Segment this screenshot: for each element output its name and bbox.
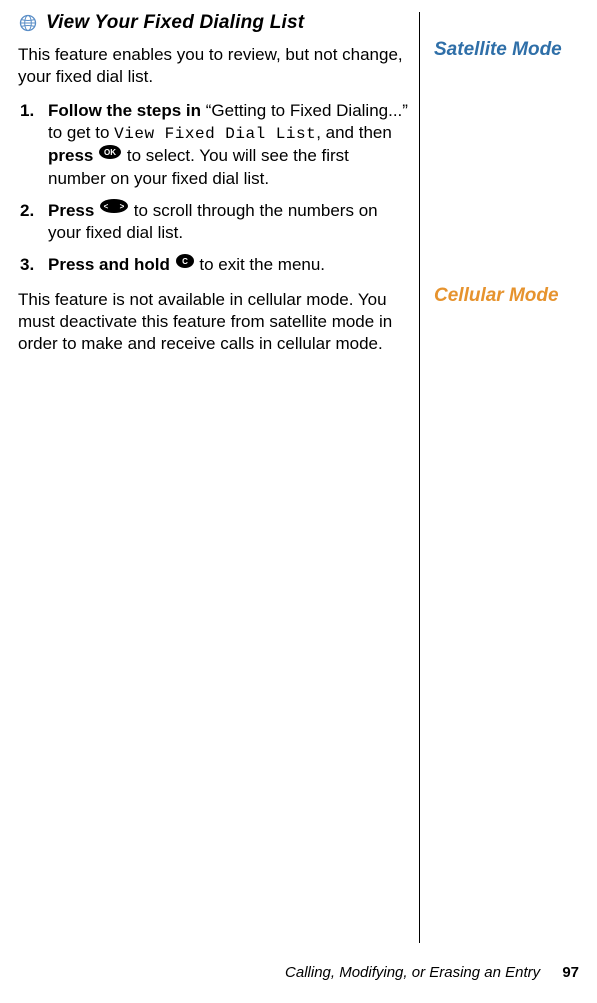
c-key-icon: C [175,253,195,275]
globe-icon [18,13,38,33]
svg-text:C: C [182,257,188,266]
svg-text:<: < [104,202,109,211]
intro-paragraph: This feature enables you to review, but … [18,44,409,88]
scroll-key-icon: < > [99,198,129,220]
ok-key-icon: OK [98,144,122,166]
step-3-tail: to exit the menu. [199,255,325,274]
step-1-lead: Follow the steps in [48,101,201,120]
main-column: View Your Fixed Dialing List This featur… [18,12,420,943]
step-3-lead: Press and hold [48,255,170,274]
step-2-lead: Press [48,201,94,220]
page: View Your Fixed Dialing List This featur… [0,0,597,1003]
step-1: Follow the steps in “Getting to Fixed Di… [42,100,409,190]
step-1-press: press [48,146,93,165]
satellite-mode-label: Satellite Mode [434,38,579,62]
svg-text:OK: OK [104,148,116,157]
svg-text:>: > [120,202,125,211]
footer-section: Calling, Modifying, or Erasing an Entry [285,964,540,981]
section-heading: View Your Fixed Dialing List [46,12,304,34]
cellular-note: This feature is not available in cellula… [18,289,409,355]
step-1-tail: to select. You will see the first number… [48,146,349,188]
cellular-mode-label: Cellular Mode [434,284,579,308]
columns: View Your Fixed Dialing List This featur… [18,12,579,943]
steps-list: Follow the steps in “Getting to Fixed Di… [18,100,409,277]
step-2: Press < > to scroll through the numbers … [42,200,409,245]
side-column: Satellite Mode Cellular Mode [430,12,579,943]
step-3: Press and hold C to exit the menu. [42,254,409,277]
step-2-tail: to scroll through the numbers on your fi… [48,201,378,243]
footer-page-number: 97 [562,964,579,981]
step-1-mid: , and then [316,123,392,142]
step-1-lcd: View Fixed Dial List [114,125,316,143]
page-footer: Calling, Modifying, or Erasing an Entry … [285,964,579,981]
heading-row: View Your Fixed Dialing List [18,12,409,34]
